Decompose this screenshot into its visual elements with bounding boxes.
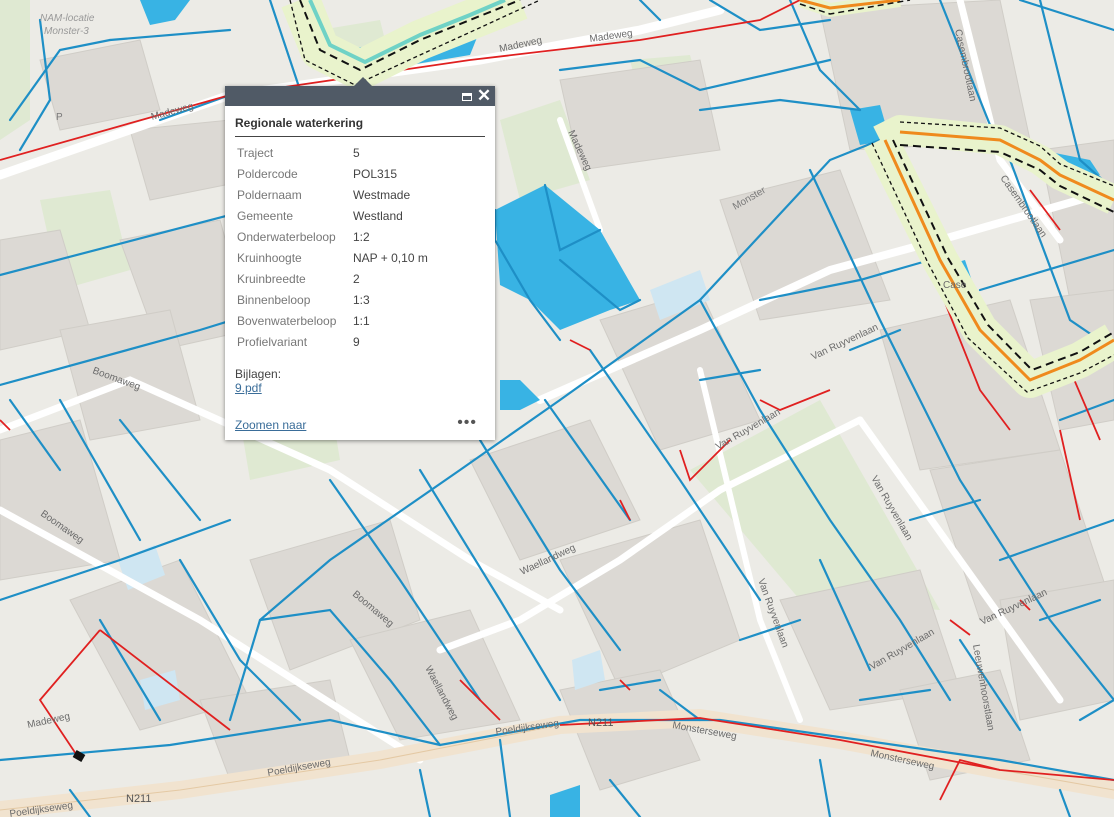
label-casembrootlaan-3: Case xyxy=(943,280,967,291)
attribute-key: Gemeente xyxy=(237,209,294,223)
more-options-icon[interactable]: ••• xyxy=(457,414,477,432)
attribute-value: 9 xyxy=(353,335,360,349)
feature-popup: ✕ Regionale waterkering Traject 5 Polderco… xyxy=(225,77,495,440)
attribute-row: Bovenwaterbeloop 1:1 xyxy=(235,311,485,332)
attribute-value: Westland xyxy=(353,209,403,223)
attribute-key: Kruinhoogte xyxy=(237,251,302,265)
attribute-key: Poldercode xyxy=(237,167,298,181)
attribute-value: 2 xyxy=(353,272,360,286)
attribute-value: 1:1 xyxy=(353,314,370,328)
attribute-row: Poldernaam Westmade xyxy=(235,185,485,206)
label-n211-2: N211 xyxy=(126,793,151,805)
attribute-row: Onderwaterbeloop 1:2 xyxy=(235,227,485,248)
attribute-key: Kruinbreedte xyxy=(237,272,306,286)
attribute-value: 1:3 xyxy=(353,293,370,307)
zoom-to-link[interactable]: Zoomen naar xyxy=(235,418,306,432)
label-nam-1: NAM-locatie xyxy=(40,13,95,24)
attribute-row: Binnenbeloop 1:3 xyxy=(235,290,485,311)
popup-titlebar: ✕ xyxy=(225,77,495,106)
attribute-key: Poldernaam xyxy=(237,188,302,202)
attribute-value: 1:2 xyxy=(353,230,370,244)
label-n211-1: N211 xyxy=(588,717,613,729)
attribute-key: Profielvariant xyxy=(237,335,308,349)
attribute-value: NAP + 0,10 m xyxy=(353,251,428,265)
attribute-key: Onderwaterbeloop xyxy=(237,230,336,244)
attachments-label: Bijlagen: xyxy=(235,367,282,381)
map-canvas[interactable]: NAM-locatie Monster-3 P Madeweg Madeweg … xyxy=(0,0,1114,817)
attribute-row: Profielvariant 9 xyxy=(235,332,485,353)
attribute-row: Gemeente Westland xyxy=(235,206,485,227)
attribute-key: Binnenbeloop xyxy=(237,293,311,307)
attribute-row: Poldercode POL315 xyxy=(235,164,485,185)
attribute-table: Traject 5 Poldercode POL315 Poldernaam Westma… xyxy=(235,143,485,353)
attribute-row: Kruinhoogte NAP + 0,10 m xyxy=(235,248,485,269)
maximize-icon[interactable] xyxy=(459,88,475,104)
attribute-value: 5 xyxy=(353,146,360,160)
attribute-row: Kruinbreedte 2 xyxy=(235,269,485,290)
popup-pointer xyxy=(354,77,372,86)
popup-content: Regionale waterkering Traject 5 Poldercode… xyxy=(225,106,495,395)
parking-icon: P xyxy=(56,112,63,123)
close-icon[interactable]: ✕ xyxy=(476,87,492,104)
label-nam-2: Monster-3 xyxy=(44,26,89,37)
attribute-key: Bovenwaterbeloop xyxy=(237,314,337,328)
popup-footer: Zoomen naar ••• xyxy=(235,414,485,434)
attachment-link[interactable]: 9.pdf xyxy=(235,381,262,395)
popup-title: Regionale waterkering xyxy=(235,116,485,137)
attribute-value: POL315 xyxy=(353,167,398,181)
attribute-key: Traject xyxy=(237,146,274,160)
attribute-row: Traject 5 xyxy=(235,143,485,164)
attribute-value: Westmade xyxy=(353,188,411,202)
